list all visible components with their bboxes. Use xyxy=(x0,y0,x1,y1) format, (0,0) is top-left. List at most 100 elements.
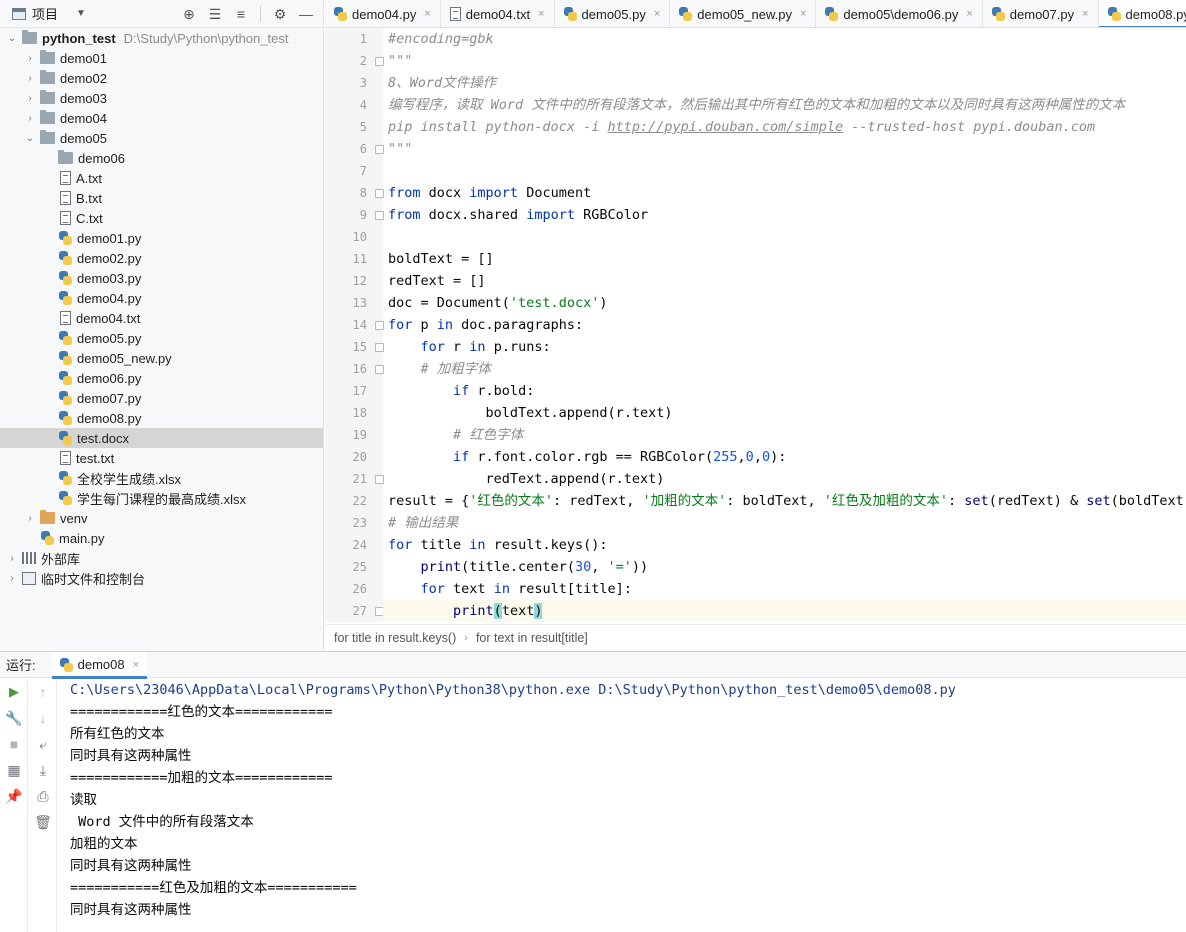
tree-item[interactable]: demo08.py xyxy=(0,408,323,428)
layout-icon[interactable]: ▦ xyxy=(0,757,28,783)
wrench-icon[interactable]: 🔧 xyxy=(0,705,28,731)
code-line[interactable]: print(title.center(30, '=')) xyxy=(383,556,1186,578)
pin-icon[interactable]: 📌 xyxy=(0,783,28,809)
tree-item[interactable]: test.txt xyxy=(0,448,323,468)
breadcrumb-item[interactable]: for text in result[title] xyxy=(476,631,588,645)
hide-panel-icon[interactable]: — xyxy=(295,4,317,24)
tree-item[interactable]: test.docx xyxy=(0,428,323,448)
soft-wrap-icon[interactable]: ⤶ xyxy=(29,731,57,757)
gear-icon[interactable]: ⚙ xyxy=(269,4,291,24)
code-line[interactable]: from docx.shared import RGBColor xyxy=(383,204,1186,226)
code-line[interactable] xyxy=(383,226,1186,248)
chevron-right-icon[interactable]: › xyxy=(24,53,36,64)
close-icon[interactable]: × xyxy=(1082,8,1088,20)
chevron-down-icon[interactable]: ⌄ xyxy=(6,33,18,44)
trash-icon[interactable]: 🗑 xyxy=(29,809,57,835)
tree-item[interactable]: demo07.py xyxy=(0,388,323,408)
tree-item[interactable]: › demo04 xyxy=(0,108,323,128)
tree-item[interactable]: demo01.py xyxy=(0,228,323,248)
editor-tab[interactable]: demo04.txt × xyxy=(441,0,555,27)
code-line[interactable]: from docx import Document xyxy=(383,182,1186,204)
close-icon[interactable]: × xyxy=(424,8,430,20)
code-line[interactable]: boldText = [] xyxy=(383,248,1186,270)
stop-icon[interactable]: ■ xyxy=(0,731,28,757)
tree-item[interactable]: C.txt xyxy=(0,208,323,228)
tree-item[interactable]: main.py xyxy=(0,528,323,548)
tree-item[interactable]: ⌄ demo05 xyxy=(0,128,323,148)
code-line[interactable]: redText = [] xyxy=(383,270,1186,292)
code-line[interactable]: redText.append(r.text) xyxy=(383,468,1186,490)
close-icon[interactable]: × xyxy=(133,659,139,671)
chevron-right-icon[interactable]: › xyxy=(6,573,18,584)
arrow-down-icon[interactable]: ↓ xyxy=(29,705,57,731)
tree-item[interactable]: demo03.py xyxy=(0,268,323,288)
chevron-right-icon[interactable]: › xyxy=(24,513,36,524)
code-line[interactable]: 8、Word文件操作 xyxy=(383,72,1186,94)
editor-tab[interactable]: demo07.py × xyxy=(983,0,1099,27)
code-line[interactable]: # 加粗字体 xyxy=(383,358,1186,380)
chevron-down-icon[interactable]: ▼ xyxy=(76,8,86,19)
arrow-up-icon[interactable]: ↑ xyxy=(29,679,57,705)
tree-item[interactable]: demo05.py xyxy=(0,328,323,348)
tree-item[interactable]: › demo01 xyxy=(0,48,323,68)
chevron-right-icon[interactable]: › xyxy=(24,93,36,104)
code-line[interactable]: """ xyxy=(383,50,1186,72)
tree-item[interactable]: B.txt xyxy=(0,188,323,208)
tree-item[interactable]: demo06.py xyxy=(0,368,323,388)
chevron-right-icon[interactable]: › xyxy=(24,73,36,84)
tree-item[interactable]: demo04.py xyxy=(0,288,323,308)
code-area[interactable]: 1 2 3 4 5 6 7 8 9 10 11 12 13 14 15 16 17 18 19 20 21 22 23 24 2… xyxy=(325,28,1186,622)
run-tab-demo08[interactable]: demo08 × xyxy=(51,651,148,679)
expand-all-icon[interactable]: ☰ xyxy=(204,4,226,24)
code-line[interactable]: if r.font.color.rgb == RGBColor(255,0,0)… xyxy=(383,446,1186,468)
editor-tab[interactable]: demo08.py× xyxy=(1098,0,1186,27)
tree-item[interactable]: demo06 xyxy=(0,148,323,168)
code-line[interactable]: for p in doc.paragraphs: xyxy=(383,314,1186,336)
chevron-down-icon[interactable]: ⌄ xyxy=(24,133,36,144)
code-line[interactable]: # 红色字体 xyxy=(383,424,1186,446)
code-line[interactable]: pip install python-docx -i http://pypi.d… xyxy=(383,116,1186,138)
tree-item[interactable]: A.txt xyxy=(0,168,323,188)
tree-item[interactable]: 全校学生成绩.xlsx xyxy=(0,468,323,488)
code-line[interactable]: result = {'红色的文本': redText, '加粗的文本': bol… xyxy=(383,490,1186,512)
editor-tab[interactable]: demo05\demo06.py × xyxy=(816,0,983,27)
tree-item[interactable]: demo04.txt xyxy=(0,308,323,328)
close-icon[interactable]: × xyxy=(538,8,544,20)
code-line[interactable]: #encoding=gbk xyxy=(383,28,1186,50)
project-panel-title[interactable]: 项目 xyxy=(32,4,58,23)
tree-item[interactable]: › demo02 xyxy=(0,68,323,88)
code-line[interactable]: for text in result[title]: xyxy=(383,578,1186,600)
code-line[interactable]: print(text) xyxy=(383,600,1186,622)
close-icon[interactable]: × xyxy=(800,8,806,20)
tree-item[interactable]: demo02.py xyxy=(0,248,323,268)
breadcrumb-item[interactable]: for title in result.keys() xyxy=(334,631,456,645)
chevron-right-icon[interactable]: › xyxy=(6,553,18,564)
code-line[interactable]: # 输出结果 xyxy=(383,512,1186,534)
tree-item[interactable]: › 外部库 xyxy=(0,548,323,568)
tree-item[interactable]: ⌄ python_test D:\Study\Python\python_test xyxy=(0,28,323,48)
tree-item[interactable]: › 临时文件和控制台 xyxy=(0,568,323,588)
code-line[interactable]: boldText.append(r.text) xyxy=(383,402,1186,424)
tree-item[interactable]: 学生每门课程的最高成绩.xlsx xyxy=(0,488,323,508)
code-line[interactable]: doc = Document('test.docx') xyxy=(383,292,1186,314)
editor-tab[interactable]: demo04.py × xyxy=(325,0,441,27)
tree-item[interactable]: demo05_new.py xyxy=(0,348,323,368)
locate-icon[interactable]: ⊕ xyxy=(178,4,200,24)
code-line[interactable]: 编写程序，读取 Word 文件中的所有段落文本，然后输出其中所有红色的文本和加粗… xyxy=(383,94,1186,116)
rerun-icon[interactable]: ▶ xyxy=(0,679,28,705)
scroll-to-end-icon[interactable]: ⤓ xyxy=(29,757,57,783)
code-line[interactable]: if r.bold: xyxy=(383,380,1186,402)
code-line[interactable]: for title in result.keys(): xyxy=(383,534,1186,556)
collapse-all-icon[interactable]: ≡ xyxy=(230,4,252,24)
close-icon[interactable]: × xyxy=(654,8,660,20)
tree-item[interactable]: › venv xyxy=(0,508,323,528)
code-line[interactable] xyxy=(383,160,1186,182)
print-icon[interactable]: ⎙ xyxy=(29,783,57,809)
tree-item[interactable]: › demo03 xyxy=(0,88,323,108)
code-line[interactable]: """ xyxy=(383,138,1186,160)
console-output[interactable]: C:\Users\23046\AppData\Local\Programs\Py… xyxy=(64,679,1186,932)
editor-tab[interactable]: demo05.py × xyxy=(555,0,671,27)
chevron-right-icon[interactable]: › xyxy=(24,113,36,124)
code-lines[interactable]: #encoding=gbk """ 8、Word文件操作 编写程序，读取 Word 文… xyxy=(383,28,1186,622)
editor-tab[interactable]: demo05_new.py × xyxy=(670,0,817,27)
